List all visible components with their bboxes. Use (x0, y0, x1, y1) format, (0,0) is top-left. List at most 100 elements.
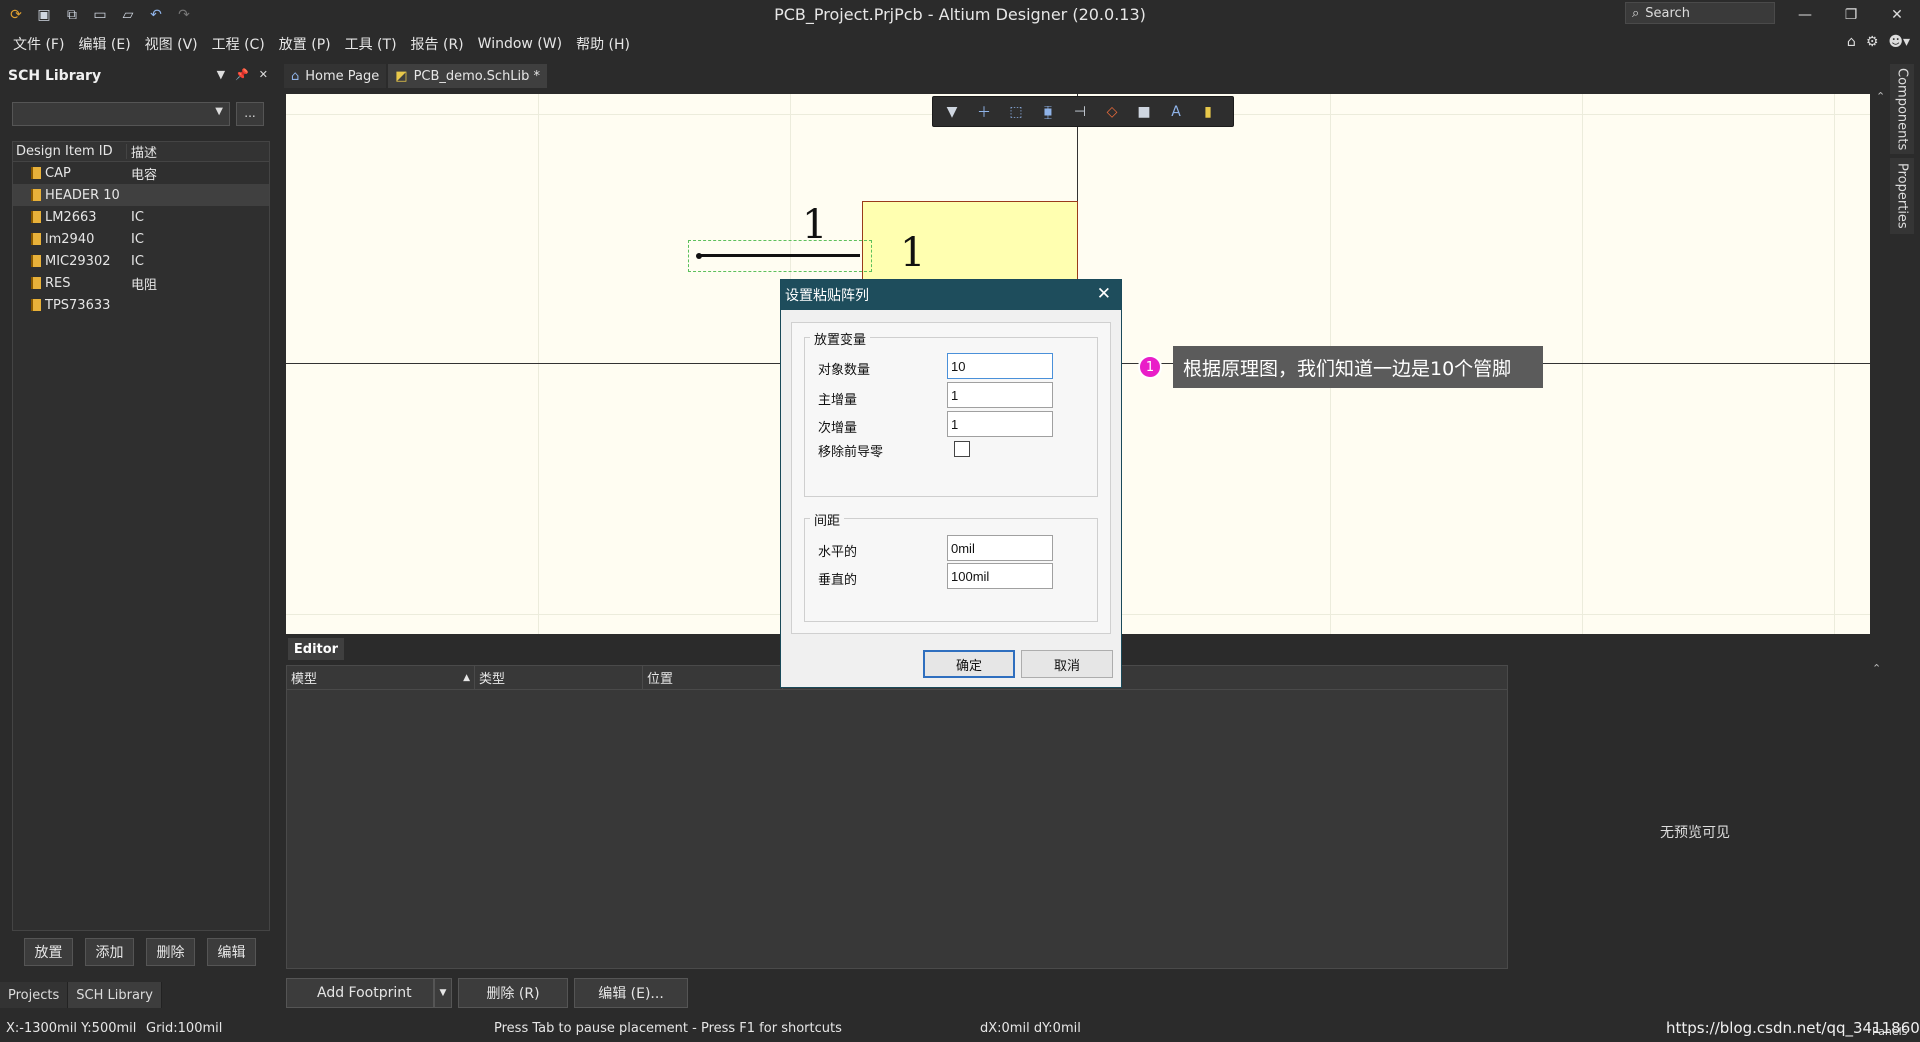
open-icon[interactable]: ▭ (90, 5, 110, 25)
remove-leading-zeros-checkbox[interactable] (954, 441, 970, 457)
save-all-icon[interactable]: ⧉ (62, 5, 82, 25)
sch-library-panel: SCH Library ▼ 📌 ✕ ▼ ... Design Item ID 描… (0, 62, 276, 1008)
menu-tools[interactable]: 工具 (T) (338, 34, 404, 54)
component-icon (31, 277, 41, 289)
column-header-type[interactable]: 类型 (475, 665, 643, 690)
row-id: HEADER 10 (45, 187, 120, 203)
sort-icon: ▲ (463, 672, 470, 683)
select-icon[interactable]: ⬚ (1005, 101, 1027, 123)
component-icon (31, 255, 41, 267)
column-header-id[interactable]: Design Item ID (13, 144, 127, 159)
primary-increment-input[interactable]: 1 (947, 382, 1053, 408)
collapse-up-icon[interactable]: ⌃ (1872, 662, 1881, 675)
collapse-up-icon[interactable]: ⌃ (1876, 90, 1885, 103)
text-icon[interactable]: A (1165, 101, 1187, 123)
menubar-right-icons: ⌂ ⚙ ☻▾ (1847, 34, 1910, 50)
close-icon[interactable]: ✕ (1874, 0, 1920, 30)
menu-help[interactable]: 帮助 (H) (569, 34, 637, 54)
paste-array-dialog: 设置粘贴阵列 ✕ 放置变量 对象数量 10 主增量 1 次增量 1 移除前导零 … (780, 279, 1122, 688)
menu-place[interactable]: 放置 (P) (272, 34, 338, 54)
pin-icon[interactable]: 📌 (235, 68, 249, 81)
pin-designator: 1 (802, 202, 828, 248)
column-header-desc[interactable]: 描述 (127, 142, 157, 161)
dropdown-icon[interactable]: ▼ (217, 68, 225, 81)
panel-header: SCH Library ▼ 📌 ✕ (0, 62, 276, 90)
search-box[interactable]: ⌕ Search (1625, 2, 1775, 24)
menu-reports[interactable]: 报告 (R) (404, 34, 471, 54)
menu-project[interactable]: 工程 (C) (205, 34, 272, 54)
tab-editor[interactable]: Editor (288, 638, 344, 660)
align-icon[interactable]: ⧯ (1037, 101, 1059, 123)
add-footprint-dropdown[interactable]: ▼ (434, 978, 452, 1008)
table-row[interactable]: HEADER 10 (13, 184, 269, 206)
row-id: CAP (45, 165, 71, 181)
table-row[interactable]: RES 电阻 (13, 272, 269, 294)
component-icon (31, 167, 41, 179)
user-icon[interactable]: ☻▾ (1888, 34, 1910, 50)
menu-edit[interactable]: 编辑 (E) (71, 34, 137, 54)
secondary-increment-input[interactable]: 1 (947, 411, 1053, 437)
tab-sch-library[interactable]: SCH Library (68, 982, 162, 1008)
chevron-down-icon: ▼ (215, 106, 223, 117)
count-input[interactable]: 10 (947, 353, 1053, 379)
table-row[interactable]: MIC29302 IC (13, 250, 269, 272)
component-icon (31, 189, 41, 201)
tab-components[interactable]: Components (1890, 64, 1914, 154)
panel-title: SCH Library (8, 68, 102, 84)
close-icon[interactable]: ✕ (1097, 284, 1111, 304)
status-hint: Press Tab to pause placement - Press F1 … (494, 1021, 842, 1036)
altium-logo-icon[interactable]: ⟳ (6, 5, 26, 25)
table-row[interactable]: lm2940 IC (13, 228, 269, 250)
pin-place-icon[interactable]: ⊣ (1069, 101, 1091, 123)
add-button[interactable]: 添加 (85, 938, 134, 966)
home-icon[interactable]: ⌂ (1847, 34, 1856, 50)
add-footprint-button[interactable]: Add Footprint (286, 978, 434, 1008)
redo-icon[interactable]: ↷ (174, 5, 194, 25)
part-icon[interactable]: ▮ (1197, 101, 1219, 123)
close-icon[interactable]: ✕ (259, 68, 268, 81)
tab-projects[interactable]: Projects (0, 982, 69, 1008)
delete-button[interactable]: 删除 (146, 938, 195, 966)
table-row[interactable]: TPS73633 (13, 294, 269, 316)
column-header-location[interactable]: 位置 (643, 665, 783, 690)
menu-file[interactable]: 文件 (F) (6, 34, 71, 54)
cancel-button[interactable]: 取消 (1021, 650, 1113, 678)
table-row[interactable]: CAP 电容 (13, 162, 269, 184)
rectangle-icon[interactable]: ■ (1133, 101, 1155, 123)
vertical-spacing-input[interactable]: 100mil (947, 563, 1053, 589)
restore-icon[interactable]: ❐ (1828, 0, 1874, 30)
group-label: 放置变量 (810, 329, 871, 348)
table-row[interactable]: LM2663 IC (13, 206, 269, 228)
pin-line[interactable] (700, 254, 860, 257)
library-filter-select[interactable]: ▼ (12, 102, 230, 126)
column-header-model[interactable]: 模型 ▲ (287, 665, 475, 690)
add-icon[interactable]: ＋ (973, 101, 995, 123)
edit-model-button[interactable]: 编辑 (E)... (574, 978, 688, 1008)
group-label: 间距 (810, 510, 845, 529)
tab-pcb-demo-schlib[interactable]: ◩ PCB_demo.SchLib * (388, 64, 548, 88)
remove-model-button[interactable]: 删除 (R) (458, 978, 568, 1008)
gear-icon[interactable]: ⚙ (1866, 34, 1879, 50)
menu-view[interactable]: 视图 (V) (138, 34, 205, 54)
ok-button[interactable]: 确定 (923, 650, 1015, 678)
place-button[interactable]: 放置 (24, 938, 73, 966)
filter-icon[interactable]: ▼ (941, 101, 963, 123)
open-project-icon[interactable]: ▱ (118, 5, 138, 25)
minimize-icon[interactable]: — (1782, 0, 1828, 30)
row-id: LM2663 (45, 209, 97, 225)
title-bar: ⟳ ▣ ⧉ ▭ ▱ ↶ ↷ PCB_Project.PrjPcb - Altiu… (0, 0, 1920, 30)
menu-window[interactable]: Window (W) (471, 36, 569, 52)
column-label: 模型 (291, 672, 318, 687)
panels-button[interactable]: Panels (1872, 1025, 1907, 1038)
library-more-button[interactable]: ... (236, 102, 264, 126)
tab-properties[interactable]: Properties (1890, 158, 1914, 234)
remove-leading-zeros-label: 移除前导零 (818, 445, 884, 460)
tab-home-page[interactable]: ⌂ Home Page (284, 64, 387, 88)
component-icon (31, 211, 41, 223)
edit-button[interactable]: 编辑 (207, 938, 256, 966)
secondary-increment-label: 次增量 (818, 421, 858, 436)
horizontal-spacing-input[interactable]: 0mil (947, 535, 1053, 561)
save-icon[interactable]: ▣ (34, 5, 54, 25)
shape-icon[interactable]: ◇ (1101, 101, 1123, 123)
undo-icon[interactable]: ↶ (146, 5, 166, 25)
